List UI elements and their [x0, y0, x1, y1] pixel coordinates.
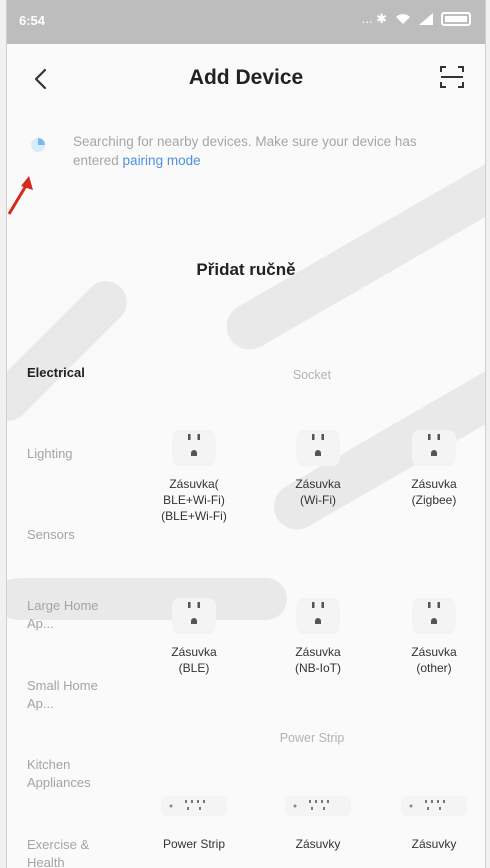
- section-title-socket: Socket: [292, 368, 332, 382]
- socket-icon: [172, 598, 216, 634]
- device-power-strip-zasuvky-2[interactable]: Zásuvky: [379, 790, 485, 852]
- status-time: 6:54: [19, 13, 46, 28]
- signal-icons: ... ✱: [361, 11, 387, 26]
- category-exercise-health[interactable]: Exercise & Health: [27, 836, 117, 868]
- status-bar: 6:54 ... ✱: [7, 0, 485, 44]
- device-label: Zásuvka (BLE): [171, 645, 217, 675]
- socket-icon: [296, 598, 340, 634]
- red-arrow-icon: [7, 176, 33, 215]
- wifi-icon: [396, 14, 410, 24]
- power-strip-icon: [401, 796, 467, 816]
- device-label: Zásuvka (Zigbee): [411, 477, 457, 507]
- category-lighting[interactable]: Lighting: [27, 445, 127, 463]
- device-socket-wifi[interactable]: Zásuvka (Wi-Fi): [263, 426, 373, 508]
- status-icons: ... ✱: [362, 11, 471, 27]
- device-label: Zásuvka (NB-IoT): [295, 645, 341, 675]
- device-socket-ble-wifi[interactable]: Zásuvka( BLE+Wi-Fi) (BLE+Wi-Fi): [139, 426, 249, 524]
- section-title-power-strip: Power Strip: [279, 731, 345, 745]
- category-small-home-appliances[interactable]: Small Home Ap...: [27, 677, 117, 713]
- device-socket-zigbee[interactable]: Zásuvka (Zigbee): [379, 426, 485, 508]
- page-title: Add Device: [188, 66, 304, 89]
- manual-add-heading: Přidat ručně: [196, 260, 296, 279]
- device-label: Power Strip: [162, 837, 226, 851]
- device-socket-ble[interactable]: Zásuvka (BLE): [139, 594, 249, 676]
- scan-icon: [440, 66, 464, 88]
- category-large-home-appliances[interactable]: Large Home Ap...: [27, 597, 117, 633]
- device-label: Zásuvka (other): [411, 645, 457, 675]
- pairing-mode-link[interactable]: pairing mode: [123, 153, 201, 168]
- device-power-strip-zasuvky[interactable]: Zásuvky: [263, 790, 373, 852]
- device-socket-other[interactable]: Zásuvka (other): [379, 594, 485, 676]
- scan-button[interactable]: [437, 62, 467, 92]
- watermark-stripe: [218, 148, 485, 358]
- device-label: Zásuvka (Wi-Fi): [295, 477, 341, 507]
- category-kitchen-appliances[interactable]: Kitchen Appliances: [27, 756, 117, 792]
- device-label: Zásuvka( BLE+Wi-Fi) (BLE+Wi-Fi): [161, 477, 227, 523]
- loading-spinner-icon: [31, 138, 45, 152]
- device-power-strip[interactable]: Power Strip: [139, 790, 249, 852]
- header: Add Device: [7, 44, 485, 108]
- socket-icon: [296, 430, 340, 466]
- socket-icon: [412, 598, 456, 634]
- category-sensors[interactable]: Sensors: [27, 526, 127, 544]
- battery-icon: [441, 12, 471, 26]
- power-strip-icon: [161, 796, 227, 816]
- category-electrical[interactable]: Electrical: [27, 364, 127, 382]
- phone-screen: 6:54 ... ✱ Add Device Searching for near…: [6, 0, 486, 868]
- device-label: Zásuvky: [411, 837, 457, 851]
- watermark-stripe: [7, 272, 136, 430]
- device-socket-nb-iot[interactable]: Zásuvka (NB-IoT): [263, 594, 373, 676]
- socket-icon: [172, 430, 216, 466]
- power-strip-icon: [285, 796, 351, 816]
- socket-icon: [412, 430, 456, 466]
- device-label: Zásuvky: [295, 837, 341, 851]
- searching-text: Searching for nearby devices. Make sure …: [73, 132, 453, 170]
- cell-signal-icon: [419, 13, 433, 25]
